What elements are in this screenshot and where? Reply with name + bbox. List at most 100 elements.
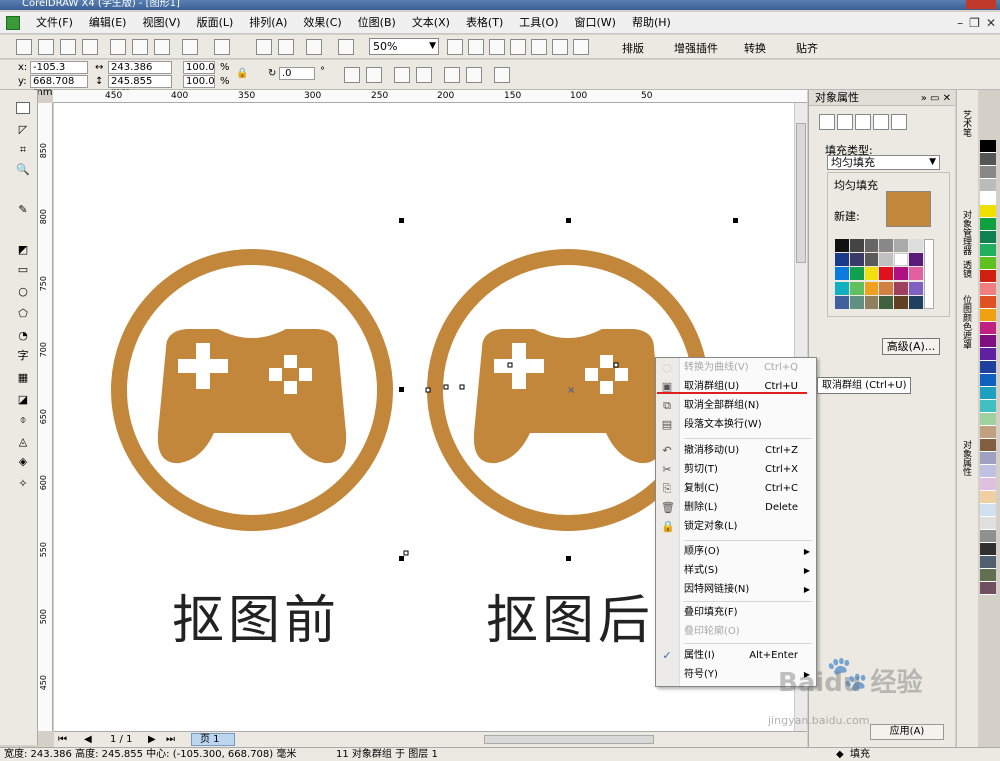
color-palette-strip[interactable] bbox=[980, 140, 996, 740]
menu-arrange[interactable]: 排列(A) bbox=[243, 16, 293, 30]
x-position-field[interactable]: -105.3 mm bbox=[30, 61, 88, 84]
minimize-icon[interactable]: – bbox=[957, 16, 963, 30]
menu-item-cut[interactable]: 剪切(T) Ctrl+X bbox=[684, 462, 814, 477]
color-palette-grid[interactable] bbox=[835, 239, 923, 309]
menu-help[interactable]: 帮助(H) bbox=[626, 16, 677, 30]
break-apart-icon[interactable] bbox=[466, 67, 482, 83]
smart-fill-icon[interactable]: ◩ bbox=[14, 242, 32, 258]
scale-y-field[interactable]: 100.0 bbox=[183, 75, 215, 88]
zoom-all-icon[interactable] bbox=[510, 39, 526, 55]
outline-pen-icon[interactable]: ◬ bbox=[14, 434, 32, 450]
zoom-width-icon[interactable] bbox=[552, 39, 568, 55]
freehand-tool-icon[interactable]: ✎ bbox=[14, 202, 32, 218]
pick-tool-icon[interactable] bbox=[16, 102, 30, 114]
fill-tab-icon[interactable] bbox=[819, 114, 835, 130]
polygon-tool-icon[interactable]: ⬠ bbox=[14, 306, 32, 322]
convert-button[interactable]: 转换 bbox=[744, 40, 766, 56]
horizontal-scroll-thumb[interactable] bbox=[484, 735, 654, 744]
tab-artistic-media[interactable]: 艺术笔 bbox=[960, 110, 973, 137]
menu-effects[interactable]: 效果(C) bbox=[297, 16, 347, 30]
shape-tool-icon[interactable]: ◸ bbox=[14, 122, 32, 138]
page-tab[interactable]: 页 1 bbox=[191, 733, 235, 746]
palette-scrollbar[interactable] bbox=[924, 239, 934, 309]
rotation-field[interactable]: .0 bbox=[279, 67, 315, 80]
ungroup-icon[interactable] bbox=[416, 67, 432, 83]
internet-tab-icon[interactable] bbox=[891, 114, 907, 130]
apply-button[interactable]: 应用(A) bbox=[870, 724, 944, 740]
undo-icon[interactable] bbox=[182, 39, 198, 55]
interactive-tool-icon[interactable]: ◪ bbox=[14, 392, 32, 408]
menu-item-copy[interactable]: 复制(C) Ctrl+C bbox=[684, 481, 814, 496]
basic-shapes-icon[interactable]: ◔ bbox=[14, 328, 32, 344]
import-icon[interactable] bbox=[256, 39, 272, 55]
group-icon[interactable] bbox=[394, 67, 410, 83]
paste-icon[interactable] bbox=[154, 39, 170, 55]
tab-lens[interactable]: 透镜 bbox=[960, 260, 973, 278]
mirror-vertical-icon[interactable] bbox=[366, 67, 382, 83]
menu-item-overprint-outline[interactable]: 叠印轮廓(O) bbox=[684, 624, 814, 639]
height-field[interactable]: 245.855 mm bbox=[108, 75, 172, 98]
advanced-button[interactable]: 高级(A)... bbox=[882, 338, 940, 355]
table-tool-icon[interactable]: ▦ bbox=[14, 370, 32, 386]
zoom-page-icon[interactable] bbox=[531, 39, 547, 55]
menu-item-delete[interactable]: 删除(L) Delete bbox=[684, 500, 814, 515]
outline-tab-icon[interactable] bbox=[837, 114, 853, 130]
zoom-in-icon[interactable] bbox=[447, 39, 463, 55]
save-icon[interactable] bbox=[60, 39, 76, 55]
next-page-icon[interactable]: ▶ bbox=[148, 734, 156, 745]
docker-close-icon[interactable]: » ▭ ✕ bbox=[921, 91, 951, 107]
zoom-height-icon[interactable] bbox=[573, 39, 589, 55]
layout-button[interactable]: 排版 bbox=[622, 40, 644, 56]
crop-tool-icon[interactable]: ⌗ bbox=[14, 142, 32, 158]
rectangle-tool-icon[interactable]: ▭ bbox=[14, 262, 32, 278]
menu-text[interactable]: 文本(X) bbox=[406, 16, 456, 30]
scroll-thumb[interactable] bbox=[796, 123, 806, 263]
fill-bucket-icon[interactable]: ◈ bbox=[14, 454, 32, 470]
snap-button[interactable]: 贴齐 bbox=[796, 40, 818, 56]
align-icon[interactable] bbox=[494, 67, 510, 83]
menu-view[interactable]: 视图(V) bbox=[136, 16, 186, 30]
tab-bitmap-color-mask[interactable]: 位图颜色遮罩 bbox=[960, 295, 973, 349]
menu-edit[interactable]: 编辑(E) bbox=[83, 16, 133, 30]
menu-item-styles[interactable]: 样式(S) ▶ bbox=[684, 563, 814, 578]
interactive-fill-icon[interactable]: ✧ bbox=[14, 476, 32, 492]
menu-item-internet-link[interactable]: 因特网链接(N) ▶ bbox=[684, 582, 814, 597]
text-tool-icon[interactable]: 字 bbox=[14, 348, 32, 364]
tab-object-properties[interactable]: 对象属性 bbox=[960, 440, 973, 476]
welcome-screen-icon[interactable] bbox=[338, 39, 354, 55]
ellipse-tool-icon[interactable]: ○ bbox=[14, 284, 32, 300]
zoom-select[interactable]: 50% ▼ bbox=[369, 38, 439, 55]
menu-item-ungroup-all[interactable]: 取消全部群组(N) bbox=[684, 398, 814, 413]
export-icon[interactable] bbox=[278, 39, 294, 55]
application-launcher-icon[interactable] bbox=[306, 39, 322, 55]
menu-bitmaps[interactable]: 位图(B) bbox=[352, 16, 402, 30]
enhance-plugin-button[interactable]: 增强插件 bbox=[674, 40, 718, 56]
menu-item-overprint-fill[interactable]: 叠印填充(F) bbox=[684, 605, 814, 620]
new-document-icon[interactable] bbox=[16, 39, 32, 55]
menu-file[interactable]: 文件(F) bbox=[30, 16, 79, 30]
first-page-icon[interactable]: ⏮ bbox=[58, 734, 67, 745]
zoom-tool-icon[interactable]: 🔍 bbox=[14, 162, 32, 178]
detail-tab-icon[interactable] bbox=[873, 114, 889, 130]
prev-page-icon[interactable]: ◀ bbox=[84, 734, 92, 745]
eyedropper-icon[interactable]: ⌽ bbox=[14, 412, 32, 428]
zoom-out-icon[interactable] bbox=[468, 39, 484, 55]
scale-x-field[interactable]: 100.0 bbox=[183, 61, 215, 74]
y-position-field[interactable]: 668.708 mm bbox=[30, 75, 88, 98]
fill-type-select[interactable]: 均匀填充 ▼ bbox=[827, 155, 940, 170]
cut-icon[interactable] bbox=[110, 39, 126, 55]
menu-layout[interactable]: 版面(L) bbox=[191, 16, 240, 30]
close-icon[interactable]: ✕ bbox=[986, 16, 996, 30]
menu-item-order[interactable]: 顺序(O) ▶ bbox=[684, 544, 814, 559]
close-window-button[interactable] bbox=[966, 0, 996, 9]
zoom-selected-icon[interactable] bbox=[489, 39, 505, 55]
menu-tools[interactable]: 工具(O) bbox=[513, 16, 564, 30]
mirror-horizontal-icon[interactable] bbox=[344, 67, 360, 83]
open-icon[interactable] bbox=[38, 39, 54, 55]
copy-icon[interactable] bbox=[132, 39, 148, 55]
lock-ratio-icon[interactable]: 🔒 bbox=[236, 68, 248, 79]
menu-item-convert-to-curves[interactable]: 转换为曲线(V) Ctrl+Q bbox=[684, 360, 814, 375]
combine-icon[interactable] bbox=[444, 67, 460, 83]
menu-item-undo-move[interactable]: 撤消移动(U) Ctrl+Z bbox=[684, 443, 814, 458]
menu-table[interactable]: 表格(T) bbox=[460, 16, 509, 30]
